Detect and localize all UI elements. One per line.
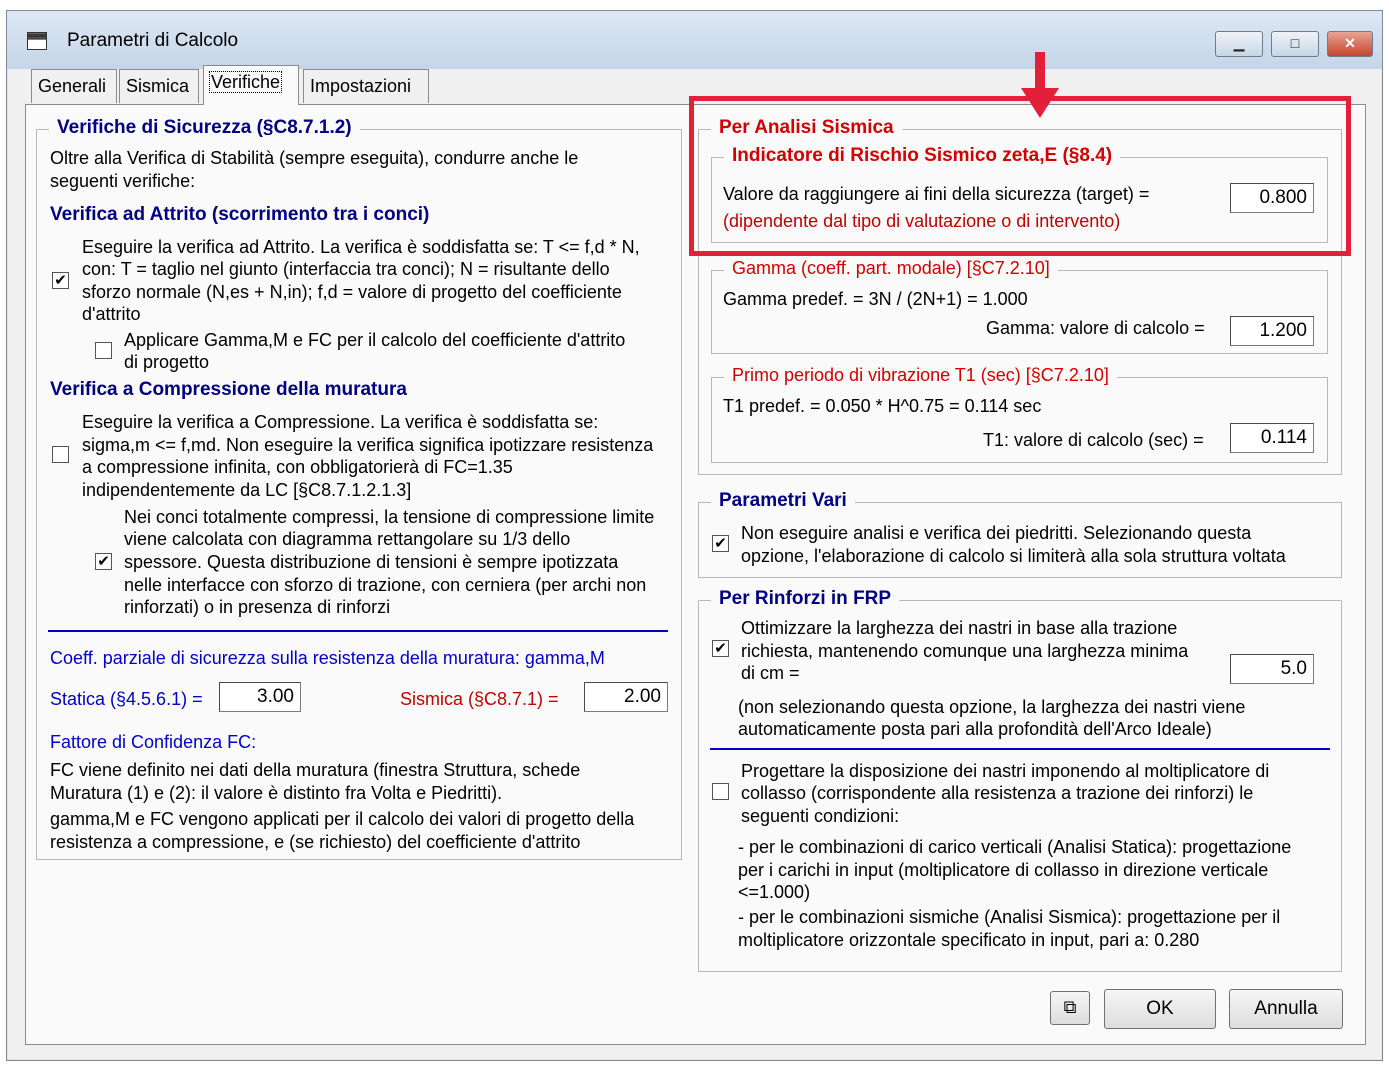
attrito-checkbox[interactable]: ✔	[52, 272, 69, 289]
frp-opt2-text-1: Progettare la disposizione dei nastri im…	[741, 761, 1270, 781]
tab-impostazioni[interactable]: Impostazioni	[303, 69, 429, 103]
compressione-sub-text-2: viene calcolata con diagramma rettangola…	[124, 529, 571, 549]
gamma-calc-label: Gamma: valore di calcolo =	[986, 318, 1205, 338]
vari-text-1: Non eseguire analisi e verifica dei pied…	[741, 523, 1252, 543]
t1-calc-input[interactable]: 0.114	[1230, 423, 1314, 453]
gamma-predef: Gamma predef. = 3N / (2N+1) = 1.000	[723, 289, 1028, 309]
frp-opt2-text-2: collasso (corrispondente alla resistenza…	[741, 783, 1254, 803]
tab-generali[interactable]: Generali	[31, 69, 117, 103]
attrito-sub-text-2: di progetto	[124, 352, 210, 372]
compressione-text-4: indipendentemente da LC [§C8.7.1.2.1.3]	[82, 480, 412, 500]
parametri-vari-title: Parametri Vari	[711, 490, 855, 512]
attrito-heading: Verifica ad Attrito (scorrimento tra i c…	[50, 204, 430, 225]
frp-cond1-text-2: per i carichi in input (moltiplicatore d…	[738, 860, 1269, 880]
frp-opt1-text-1: Ottimizzare la larghezza dei nastri in b…	[741, 618, 1178, 638]
frp-note-2: automaticamente posta pari alla profondi…	[738, 719, 1212, 739]
ok-button[interactable]: OK	[1104, 989, 1216, 1029]
compressione-heading: Verifica a Compressione della muratura	[50, 379, 407, 400]
tab-verifiche[interactable]: Verifiche	[203, 65, 299, 105]
fc-label: Fattore di Confidenza FC:	[50, 732, 257, 752]
progettare-checkbox[interactable]	[712, 783, 729, 800]
frp-opt1-text-2: richiesta, mantenendo comunque una largh…	[741, 641, 1189, 661]
separator-line	[48, 630, 668, 632]
maximize-button[interactable]: □	[1271, 31, 1319, 57]
ottimizzare-checkbox[interactable]: ✔	[712, 640, 729, 657]
close-button[interactable]: ✕	[1327, 31, 1373, 57]
verifiche-sicurezza-title: Verifiche di Sicurezza (§C8.7.1.2)	[49, 117, 360, 139]
compressione-sub-text-5: rinforzati) o in presenza di rinforzi	[124, 597, 391, 617]
gamma-calc-input[interactable]: 1.200	[1230, 316, 1314, 346]
frp-note-1: (non selezionando questa opzione, la lar…	[738, 697, 1246, 717]
window-title: Parametri di Calcolo	[67, 30, 239, 51]
gamma-title: Gamma (coeff. part. modale) [§C7.2.10]	[724, 258, 1058, 279]
frp-cond1-text-1: - per le combinazioni di carico vertical…	[738, 837, 1292, 857]
compressione-rect-checkbox[interactable]: ✔	[95, 553, 112, 570]
attrito-text-1: Eseguire la verifica ad Attrito. La veri…	[82, 237, 640, 257]
highlight-arrow-icon	[1021, 52, 1059, 118]
frp-cond2-text-2: moltiplicatore orizzontale specificato i…	[738, 930, 1200, 950]
attrito-text-3: sforzo normale (N,es + N,in); f,d = valo…	[82, 282, 622, 302]
intro-line-1: Oltre alla Verifica di Stabilità (sempre…	[50, 148, 579, 168]
copy-button[interactable]: ⧉	[1050, 991, 1090, 1025]
sismica-label: Sismica (§C8.7.1) =	[400, 689, 559, 709]
attrito-gamma-checkbox[interactable]	[95, 342, 112, 359]
compressione-sub-text-3: spessore. Questa distribuzione di tensio…	[124, 552, 619, 572]
sismica-gamma-input[interactable]: 2.00	[584, 682, 668, 712]
statica-gamma-input[interactable]: 3.00	[219, 682, 301, 712]
attrito-sub-text-1: Applicare Gamma,M e FC per il calcolo de…	[124, 330, 626, 350]
vari-text-2: opzione, l'elaborazione di calcolo si li…	[741, 546, 1286, 566]
calculator-icon: ▦▦▦	[27, 32, 47, 50]
title-bar: ▦▦▦ Parametri di Calcolo ▁ □ ✕	[7, 11, 1382, 69]
frp-cond2-text-1: - per le combinazioni sismiche (Analisi …	[738, 907, 1281, 927]
t1-predef: T1 predef. = 0.050 * H^0.75 = 0.114 sec	[723, 396, 1042, 416]
copy-icon: ⧉	[1063, 997, 1077, 1017]
compressione-sub-text-1: Nei conci totalmente compressi, la tensi…	[124, 507, 655, 527]
larghezza-minima-input[interactable]: 5.0	[1230, 654, 1314, 684]
rinforzi-frp-title: Per Rinforzi in FRP	[711, 588, 900, 610]
piedritti-checkbox[interactable]: ✔	[712, 535, 729, 552]
attrito-text-2: con: T = taglio nel giunto (interfaccia …	[82, 259, 610, 279]
t1-calc-label: T1: valore di calcolo (sec) =	[983, 430, 1204, 450]
annulla-button[interactable]: Annulla	[1229, 989, 1343, 1029]
frp-cond1-text-3: <=1.000)	[738, 882, 811, 902]
highlight-box	[689, 96, 1351, 256]
frp-opt2-text-3: seguenti condizioni:	[741, 806, 900, 826]
fc-text-3: gamma,M e FC vengono applicati per il ca…	[50, 809, 635, 829]
attrito-text-4: d'attrito	[82, 304, 141, 324]
frp-separator-line	[710, 748, 1330, 750]
compressione-text-2: sigma,m <= f,md. Non eseguire la verific…	[82, 435, 654, 455]
t1-title: Primo periodo di vibrazione T1 (sec) [§C…	[724, 365, 1117, 386]
intro-line-2: seguenti verifiche:	[50, 171, 196, 191]
fc-text-4: resistenza a compressione, e (se richies…	[50, 832, 581, 852]
fc-text-1: FC viene definito nei dati della muratur…	[50, 760, 581, 780]
tab-sismica[interactable]: Sismica	[119, 69, 199, 103]
coeff-label: Coeff. parziale di sicurezza sulla resis…	[50, 648, 605, 668]
statica-label: Statica (§4.5.6.1) =	[50, 689, 203, 709]
compressione-text-3: a compressione infinita, con obbligatori…	[82, 457, 513, 477]
compressione-text-1: Eseguire la verifica a Compressione. La …	[82, 412, 599, 432]
compressione-sub-text-4: nelle interfacce con sforzo di trazione,…	[124, 575, 647, 595]
fc-text-2: Muratura (1) e (2): il valore è distinto…	[50, 783, 503, 803]
frp-opt1-text-3: di cm =	[741, 663, 800, 683]
compressione-checkbox[interactable]	[52, 446, 69, 463]
minimize-button[interactable]: ▁	[1215, 31, 1263, 57]
